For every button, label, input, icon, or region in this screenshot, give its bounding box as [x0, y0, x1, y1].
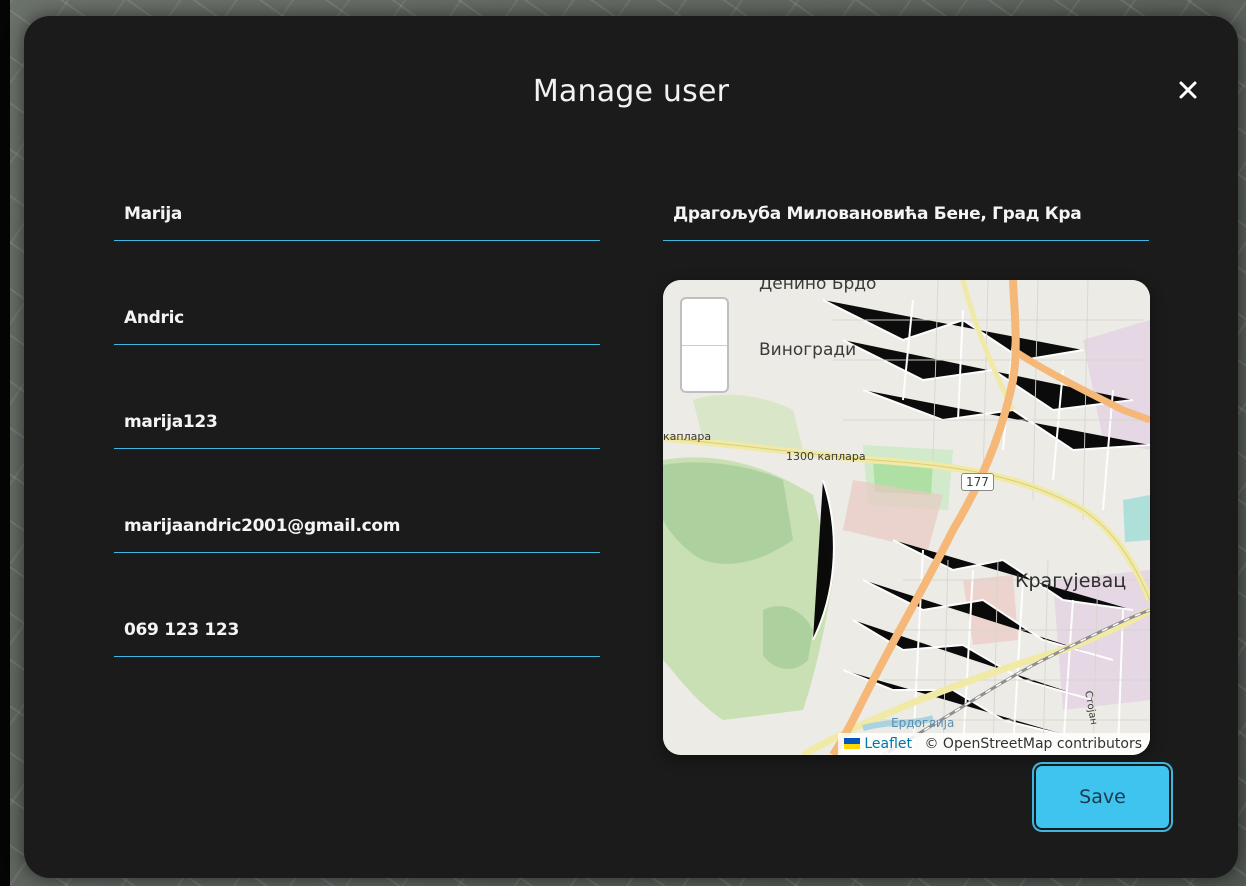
email-field[interactable]: marijaandric2001@gmail.com	[114, 502, 600, 553]
road-label: 1300 каплара	[786, 450, 866, 463]
close-icon[interactable]	[1174, 76, 1202, 104]
place-label: Денино Брдо	[759, 280, 877, 294]
zoom-out-icon[interactable]	[682, 346, 727, 392]
first-name-value: Marija	[124, 204, 183, 224]
left-edge	[0, 0, 10, 886]
phone-value: 069 123 123	[124, 620, 239, 640]
username-field[interactable]: marija123	[114, 398, 600, 449]
last-name-value: Andric	[124, 308, 184, 328]
osm-attribution: © OpenStreetMap contributors	[924, 736, 1142, 752]
modal-title: Manage user	[532, 74, 730, 109]
water-label: Ердоглија	[891, 716, 955, 730]
road-label: каплара	[663, 430, 712, 443]
address-value: Драгољуба Миловановића Бене, Град Кра	[673, 204, 1082, 224]
map-tiles	[663, 280, 1150, 755]
city-label: Крагујевац	[1015, 570, 1127, 592]
phone-field[interactable]: 069 123 123	[114, 606, 600, 657]
map-attribution: Leaflet © OpenStreetMap contributors	[838, 733, 1150, 755]
username-value: marija123	[124, 412, 218, 432]
zoom-in-icon[interactable]	[682, 299, 727, 346]
first-name-field[interactable]: Marija	[114, 190, 600, 241]
address-field[interactable]: Драгољуба Миловановића Бене, Град Кра	[663, 190, 1149, 241]
leaflet-link[interactable]: Leaflet	[864, 736, 912, 752]
last-name-field[interactable]: Andric	[114, 294, 600, 345]
route-shield: 177	[961, 473, 994, 491]
zoom-control	[680, 297, 729, 393]
place-label: Виногради	[759, 340, 857, 360]
ukraine-flag-icon	[844, 738, 861, 749]
location-map[interactable]: Денино Брдо Виногради Крагујевац каплара…	[663, 280, 1150, 755]
save-button[interactable]: Save	[1036, 766, 1169, 828]
email-value: marijaandric2001@gmail.com	[124, 516, 401, 536]
